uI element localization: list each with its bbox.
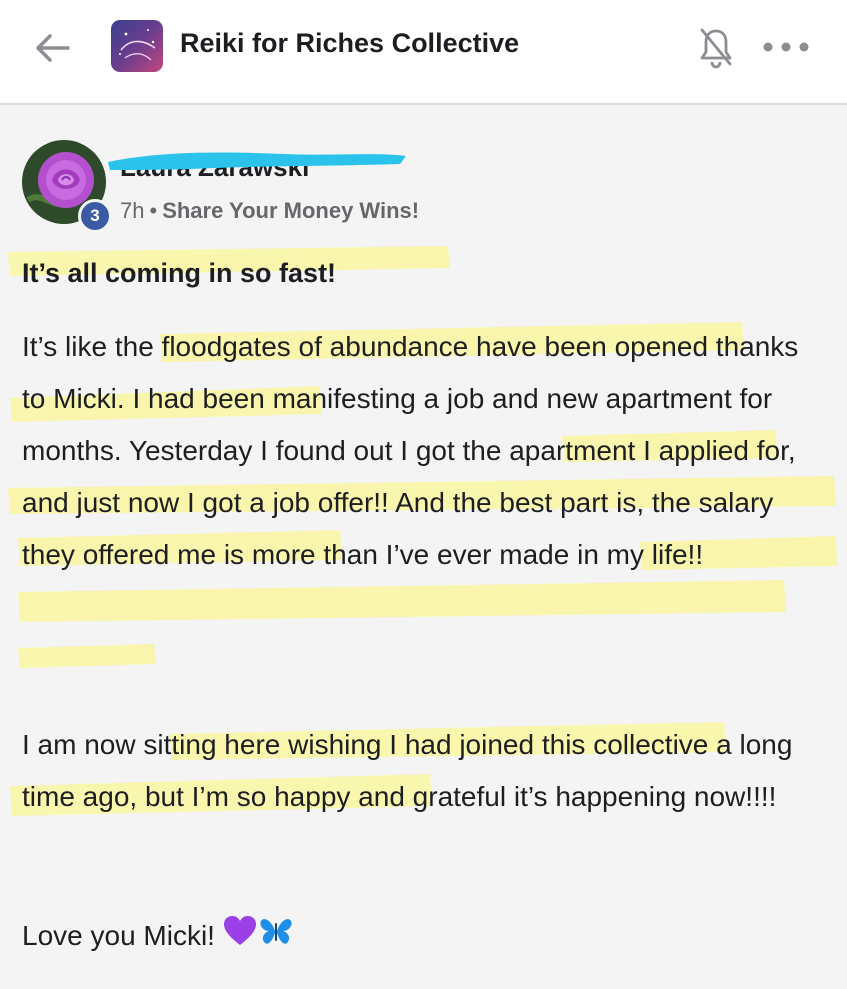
post-paragraph: I am now sitting here wishing I had join… [22, 729, 793, 812]
more-options-button[interactable] [758, 30, 814, 64]
post-time[interactable]: 7h [120, 198, 144, 223]
closing-text: Love you Micki! [22, 920, 215, 951]
group-avatar[interactable] [111, 20, 163, 72]
post-meta: 7h • Share Your Money Wins! [120, 198, 419, 224]
more-horizontal-icon [763, 42, 809, 52]
member-level-badge: 3 [78, 199, 112, 233]
group-logo-image [111, 20, 163, 72]
butterfly-icon [259, 912, 293, 964]
bell-off-icon [700, 28, 732, 69]
group-title[interactable]: Reiki for Riches Collective [180, 28, 519, 59]
post-title: It’s all coming in so fast! [22, 258, 337, 288]
purple-heart-icon [223, 912, 257, 964]
post-paragraph-closing: Love you Micki! [22, 910, 827, 964]
notification-toggle-button[interactable] [697, 26, 735, 70]
post-topic-link[interactable]: Share Your Money Wins! [162, 198, 419, 223]
arrow-left-icon [36, 34, 70, 62]
post-paragraph: It’s like the floodgates of abundance ha… [22, 331, 799, 570]
back-button[interactable] [30, 28, 74, 68]
meta-separator: • [149, 198, 158, 223]
app-header: Reiki for Riches Collective [0, 0, 847, 103]
